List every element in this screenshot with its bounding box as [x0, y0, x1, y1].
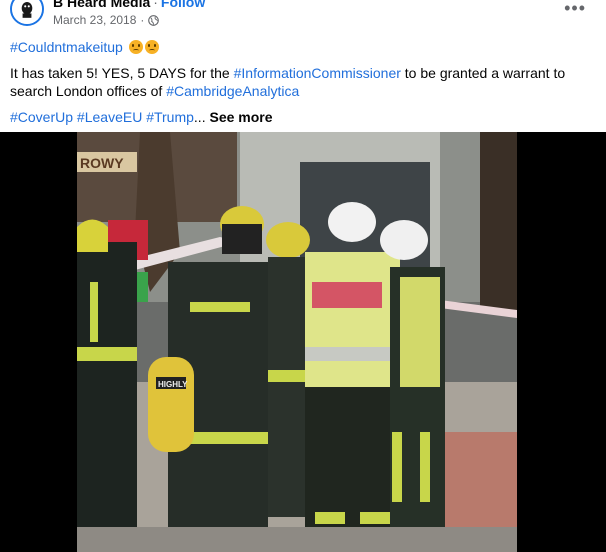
body-text-part1: It has taken 5! YES, 5 DAYS for the: [10, 65, 234, 81]
page-avatar[interactable]: [10, 0, 44, 26]
hashtag-coverup[interactable]: #CoverUp: [10, 109, 73, 125]
hashtag-line: #Couldntmakeitup: [10, 38, 600, 56]
name-separator: ·: [153, 0, 158, 10]
shop-sign: ROWY: [80, 155, 124, 171]
hashtag-leaveeu[interactable]: #LeaveEU: [77, 109, 142, 125]
page-name[interactable]: B Heard Media: [53, 0, 150, 10]
ellipsis: ...: [193, 109, 206, 125]
angry-face-icon: [144, 40, 159, 54]
hashtag-couldntmakeitup[interactable]: #Couldntmakeitup: [10, 39, 123, 55]
hashtag-cambridgeanalytica[interactable]: #CambridgeAnalytica: [166, 83, 299, 99]
post-meta: March 23, 2018 ·: [53, 13, 160, 27]
see-more-link[interactable]: See more: [209, 109, 272, 125]
video-frame: ROWY HIGHLY: [0, 132, 606, 552]
post-date[interactable]: March 23, 2018: [53, 13, 136, 27]
page-name-row: B Heard Media · Follow: [53, 0, 205, 10]
tags-line: #CoverUp #LeaveEU #Trump... See more: [10, 108, 600, 126]
post-text: #Couldntmakeitup It has taken 5! YES, 5 …: [10, 38, 600, 126]
avatar-logo-icon: [12, 0, 42, 24]
more-options-button[interactable]: •••: [564, 0, 586, 17]
body-text: It has taken 5! YES, 5 DAYS for the #Inf…: [10, 64, 600, 100]
globe-icon: [148, 14, 160, 26]
follow-button[interactable]: Follow: [161, 0, 205, 10]
vest-text: HIGHLY: [158, 380, 188, 389]
hashtag-trump[interactable]: #Trump: [146, 109, 194, 125]
post-header: B Heard Media · Follow March 23, 2018 · ••…: [0, 0, 606, 36]
video-player[interactable]: ROWY HIGHLY: [0, 132, 606, 552]
meta-separator: ·: [140, 13, 145, 27]
hashtag-informationcommissioner[interactable]: #InformationCommissioner: [234, 65, 401, 81]
angry-face-icon: [128, 40, 143, 54]
